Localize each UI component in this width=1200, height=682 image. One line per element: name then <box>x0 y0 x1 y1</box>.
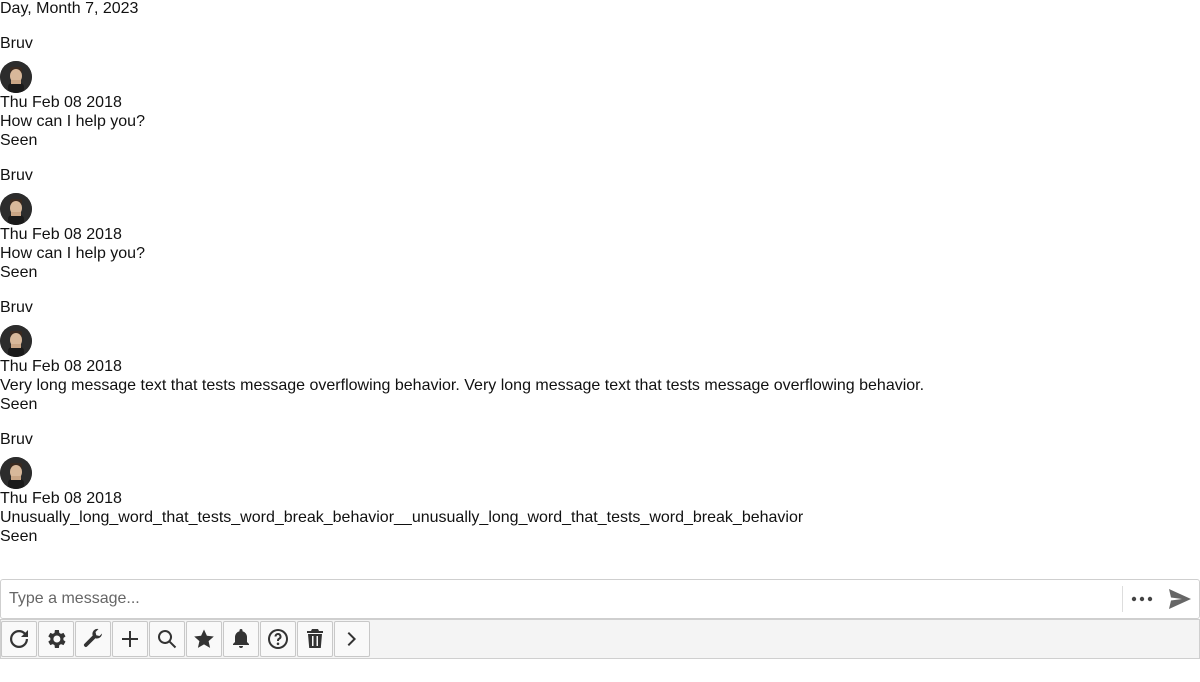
bell-icon <box>233 629 249 648</box>
wrench-icon <box>83 628 103 647</box>
message-status: Seen <box>0 528 38 545</box>
delete-button[interactable] <box>297 621 333 657</box>
plus-icon <box>122 631 138 647</box>
trash-icon <box>307 629 323 648</box>
search-icon <box>158 630 177 649</box>
message-input[interactable] <box>1 581 1122 617</box>
avatar[interactable] <box>0 61 32 93</box>
ellipsis-icon[interactable] <box>1123 581 1161 617</box>
message-timestamp: Thu Feb 08 2018 <box>0 490 122 507</box>
message-status: Seen <box>0 396 38 413</box>
settings-button[interactable] <box>38 621 74 657</box>
message-text: Unusually_long_word_that_tests_word_brea… <box>0 509 804 526</box>
day-header: Day, Month 7, 2023 <box>0 0 139 17</box>
tools-button[interactable] <box>75 621 111 657</box>
add-button[interactable] <box>112 621 148 657</box>
avatar[interactable] <box>0 457 32 489</box>
help-icon <box>268 629 288 649</box>
message: Bruv Thu Feb 08 2018 Unusually_long_word… <box>0 431 1200 546</box>
help-button[interactable] <box>260 621 296 657</box>
message-composer <box>0 579 1200 619</box>
search-button[interactable] <box>149 621 185 657</box>
chat-window: Day, Month 7, 2023 Bruv Thu Feb 08 2018 … <box>0 0 1200 546</box>
message-text: How can I help you? <box>0 245 145 262</box>
expand-button[interactable] <box>334 621 370 657</box>
notifications-button[interactable] <box>223 621 259 657</box>
avatar[interactable] <box>0 193 32 225</box>
message-status: Seen <box>0 264 38 281</box>
message-sender: Bruv <box>0 299 33 316</box>
refresh-button[interactable] <box>1 621 37 657</box>
message-text: Very long message text that tests messag… <box>0 377 925 394</box>
refresh-icon <box>10 629 28 648</box>
gear-icon <box>48 630 66 648</box>
message: Bruv Thu Feb 08 2018 How can I help you?… <box>0 167 1200 282</box>
message: Bruv Thu Feb 08 2018 How can I help you?… <box>0 35 1200 150</box>
star-icon <box>194 629 214 648</box>
message-status: Seen <box>0 132 38 149</box>
message-sender: Bruv <box>0 431 33 448</box>
send-icon[interactable] <box>1161 581 1199 617</box>
message-timestamp: Thu Feb 08 2018 <box>0 94 122 111</box>
message-text: How can I help you? <box>0 113 145 130</box>
message: Bruv Thu Feb 08 2018 Very long message t… <box>0 299 1200 414</box>
message-sender: Bruv <box>0 35 33 52</box>
favorite-button[interactable] <box>186 621 222 657</box>
avatar[interactable] <box>0 325 32 357</box>
toolbar <box>0 619 1200 659</box>
message-timestamp: Thu Feb 08 2018 <box>0 226 122 243</box>
chevron-right-icon <box>347 632 356 646</box>
message-timestamp: Thu Feb 08 2018 <box>0 358 122 375</box>
message-sender: Bruv <box>0 167 33 184</box>
